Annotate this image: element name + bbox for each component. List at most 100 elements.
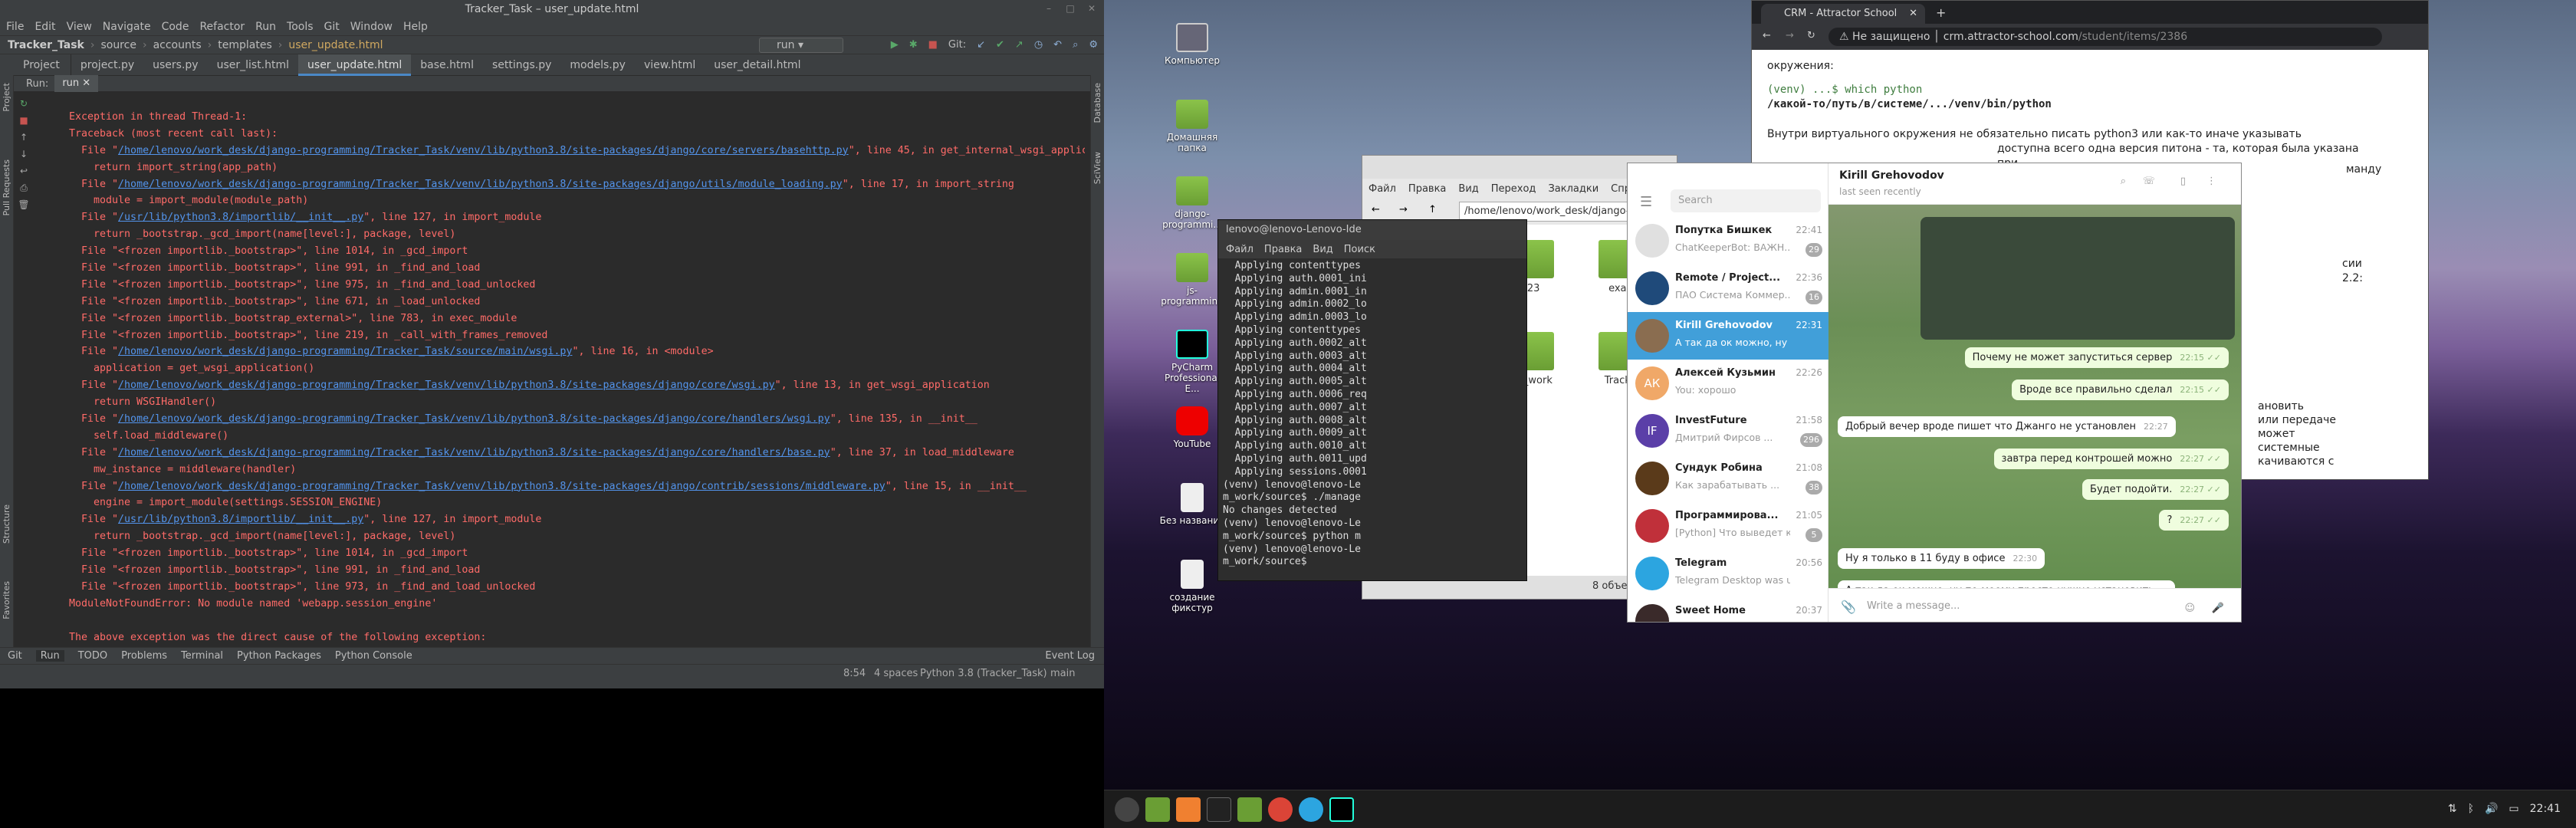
network-icon[interactable]: ⇅ bbox=[2448, 803, 2457, 815]
chat-list-item[interactable]: Попутка Бишкек ChatKeeperBot: ВАЖН... 22:4… bbox=[1628, 217, 1829, 264]
desktop-icon-untitled[interactable]: Без названия bbox=[1158, 483, 1227, 526]
structure-side-tab[interactable]: Structure bbox=[2, 504, 12, 544]
breadcrumb-accounts[interactable]: accounts bbox=[153, 39, 202, 51]
term-menu-view[interactable]: Вид bbox=[1313, 244, 1332, 255]
url-field[interactable]: ⚠ Не защищено │ crm.attractor-school.com… bbox=[1829, 28, 2382, 46]
telegram-launcher-icon[interactable] bbox=[1299, 797, 1323, 822]
file-link[interactable]: /home/lenovo/work_desk/django-programmin… bbox=[118, 481, 886, 492]
contact-name[interactable]: Kirill Grehovodov bbox=[1839, 169, 1944, 182]
menu-icon[interactable]: ☰ bbox=[1640, 194, 1652, 210]
minimize-icon[interactable]: – bbox=[1043, 2, 1055, 15]
chat-list-item[interactable]: Sweet Home 20:37 bbox=[1628, 597, 1829, 622]
git-tool-tab[interactable]: Git bbox=[8, 650, 22, 662]
tab-user-detail-html[interactable]: user_detail.html bbox=[705, 54, 810, 76]
fm-menu-bookmarks[interactable]: Закладки bbox=[1548, 183, 1598, 195]
clock[interactable]: 22:41 bbox=[2530, 803, 2561, 815]
project-tool-button[interactable]: Project bbox=[0, 54, 71, 76]
problems-tool-tab[interactable]: Problems bbox=[121, 650, 167, 662]
terminal-launcher-icon[interactable] bbox=[1207, 797, 1231, 822]
git-branch[interactable]: main bbox=[1050, 668, 1075, 679]
fm-menu-edit[interactable]: Правка bbox=[1408, 183, 1446, 195]
menu-edit[interactable]: Edit bbox=[34, 21, 55, 33]
chrome-launcher-icon[interactable] bbox=[1268, 797, 1293, 822]
fm-menu-view[interactable]: Вид bbox=[1458, 183, 1478, 195]
git-update-icon[interactable]: ↙ bbox=[977, 39, 985, 51]
desktop-icon-pycharm[interactable]: PyCharm Professional E... bbox=[1158, 330, 1227, 394]
sciview-side-tab[interactable]: SciView bbox=[1092, 152, 1102, 184]
forward-icon[interactable]: → bbox=[1399, 204, 1408, 215]
search-icon[interactable]: ⌕ bbox=[2121, 176, 2126, 187]
search-icon[interactable]: ⌕ bbox=[1073, 39, 1078, 51]
more-icon[interactable]: ⋮ bbox=[2206, 176, 2216, 187]
menu-window[interactable]: Window bbox=[350, 21, 393, 33]
file-link[interactable]: /usr/lib/python3.8/importlib/__init__.py bbox=[118, 212, 363, 223]
menu-file[interactable]: File bbox=[6, 21, 24, 33]
print-icon[interactable]: ⎙ bbox=[20, 182, 28, 196]
breadcrumb-file[interactable]: user_update.html bbox=[288, 39, 383, 51]
battery-icon[interactable]: ▭ bbox=[2509, 803, 2518, 815]
python-packages-tool-tab[interactable]: Python Packages bbox=[237, 650, 321, 662]
search-input[interactable]: Search bbox=[1671, 189, 1821, 212]
maximize-icon[interactable]: □ bbox=[1064, 2, 1076, 15]
git-commit-icon[interactable]: ✔ bbox=[996, 39, 1004, 51]
project-side-tab[interactable]: Project bbox=[2, 83, 12, 112]
tab-user-list-html[interactable]: user_list.html bbox=[208, 54, 298, 76]
message-bubble[interactable]: Вроде все правильно сделал 22:15 ✓✓ bbox=[2012, 380, 2229, 400]
chat-list-item[interactable]: Kirill Grehovodov А так да ок можно, ну п… bbox=[1628, 312, 1829, 360]
run-tab[interactable]: run ✕ bbox=[54, 75, 99, 92]
chat-list-item[interactable]: Программирова... [Python] Что выведет к..… bbox=[1628, 502, 1829, 550]
menu-refactor[interactable]: Refactor bbox=[199, 21, 245, 33]
message-bubble[interactable]: Будет подойти. 22:27 ✓✓ bbox=[2082, 479, 2229, 500]
chrome-tab[interactable]: CRM - Attractor School ✕ bbox=[1761, 4, 1925, 24]
run-icon[interactable]: ▶ bbox=[891, 39, 899, 51]
microphone-icon[interactable]: 🎤 bbox=[2212, 603, 2224, 614]
menu-code[interactable]: Code bbox=[162, 21, 189, 33]
python-console-tool-tab[interactable]: Python Console bbox=[335, 650, 412, 662]
emoji-icon[interactable]: ☺ bbox=[2184, 603, 2195, 614]
forward-icon[interactable]: → bbox=[1786, 30, 1794, 41]
soft-wrap-icon[interactable]: ↩ bbox=[20, 166, 28, 179]
terminal-output[interactable]: Applying contenttypes Applying auth.0001… bbox=[1218, 258, 1526, 570]
firefox-launcher-icon[interactable] bbox=[1176, 797, 1201, 822]
file-link[interactable]: /home/lenovo/work_desk/django-programmin… bbox=[118, 346, 572, 357]
message-bubble[interactable]: ? 22:27 ✓✓ bbox=[2159, 510, 2229, 531]
close-tab-icon[interactable]: ✕ bbox=[1909, 4, 1917, 24]
file-link[interactable]: /home/lenovo/work_desk/django-programmin… bbox=[118, 413, 830, 425]
term-menu-edit[interactable]: Правка bbox=[1264, 244, 1302, 255]
message-input[interactable]: Write a message... bbox=[1829, 588, 2241, 622]
trash-icon[interactable]: 🗑 bbox=[18, 199, 29, 213]
interpreter-selector[interactable]: Python 3.8 (Tracker_Task) bbox=[920, 668, 1047, 679]
message-bubble[interactable]: Добрый вечер вроде пишет что Джанго не у… bbox=[1838, 416, 2176, 437]
menu-help[interactable]: Help bbox=[403, 21, 428, 33]
file-link[interactable]: /usr/lib/python3.8/importlib/__init__.py bbox=[118, 514, 363, 525]
favorites-side-tab[interactable]: Favorites bbox=[2, 581, 12, 619]
menu-run[interactable]: Run bbox=[255, 21, 276, 33]
breadcrumb-project[interactable]: Tracker_Task bbox=[8, 39, 84, 51]
start-menu-icon[interactable] bbox=[1115, 797, 1139, 822]
run-config-select[interactable]: run ▾ bbox=[759, 38, 843, 53]
message-bubble[interactable]: завтра перед контрошей можно 22:27 ✓✓ bbox=[1993, 449, 2229, 469]
run-console-output[interactable]: Exception in thread Thread-1: Traceback (… bbox=[69, 109, 1085, 646]
stop-icon[interactable]: ■ bbox=[928, 39, 938, 51]
up-icon[interactable]: ↑ bbox=[1428, 204, 1437, 215]
menu-tools[interactable]: Tools bbox=[287, 21, 314, 33]
rollback-icon[interactable]: ↶ bbox=[1053, 39, 1062, 51]
settings-icon[interactable]: ⚙ bbox=[1089, 39, 1098, 51]
chat-list-item[interactable]: Remote / Project... ПАО Система Коммер...… bbox=[1628, 264, 1829, 312]
chat-list-item[interactable]: Telegram Telegram Desktop was upda... 20:5… bbox=[1628, 550, 1829, 597]
term-menu-search[interactable]: Поиск bbox=[1344, 244, 1375, 255]
debug-icon[interactable]: ✱ bbox=[909, 39, 918, 51]
back-icon[interactable]: ← bbox=[1763, 30, 1771, 41]
tab-view-html[interactable]: view.html bbox=[635, 54, 705, 76]
history-icon[interactable]: ◷ bbox=[1034, 39, 1043, 51]
folder-launcher-icon[interactable] bbox=[1237, 797, 1262, 822]
file-link[interactable]: /home/lenovo/work_desk/django-programmin… bbox=[118, 380, 775, 391]
event-log-tab[interactable]: Event Log bbox=[1045, 650, 1095, 662]
caret-position[interactable]: 8:54 bbox=[843, 668, 866, 679]
rerun-icon[interactable]: ↻ bbox=[20, 98, 28, 112]
chat-list-item[interactable]: IF InvestFuture Дмитрий Фирсов ... 21:58 296 bbox=[1628, 407, 1829, 455]
desktop-icon-computer[interactable]: Компьютер bbox=[1158, 23, 1227, 66]
term-menu-file[interactable]: Файл bbox=[1226, 244, 1254, 255]
desktop-icon-js[interactable]: js-programming bbox=[1158, 253, 1227, 307]
back-icon[interactable]: ← bbox=[1372, 204, 1380, 215]
